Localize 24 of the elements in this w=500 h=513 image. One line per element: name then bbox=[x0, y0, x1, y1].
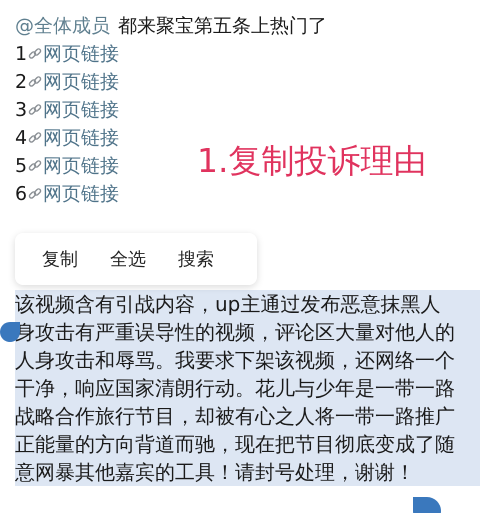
link-number: 5 bbox=[15, 154, 28, 179]
web-link[interactable]: 网页链接 bbox=[43, 124, 120, 152]
link-icon bbox=[28, 159, 42, 173]
menu-item[interactable]: 全选 bbox=[110, 246, 146, 272]
message-text: 都来聚宝第五条上热门了 bbox=[118, 14, 327, 39]
link-icon bbox=[28, 47, 42, 61]
link-number: 1 bbox=[15, 42, 28, 67]
web-link[interactable]: 网页链接 bbox=[43, 152, 120, 180]
mention-link[interactable]: @全体成员 bbox=[15, 12, 110, 40]
web-link[interactable]: 网页链接 bbox=[43, 40, 120, 68]
annotation-text: 1.复制投诉理由 bbox=[197, 140, 426, 182]
link-number: 4 bbox=[15, 126, 28, 151]
menu-item[interactable]: 复制 bbox=[42, 246, 78, 272]
link-icon bbox=[28, 131, 42, 145]
link-icon bbox=[28, 187, 42, 201]
link-number: 6 bbox=[15, 182, 28, 207]
web-link[interactable]: 网页链接 bbox=[43, 96, 120, 124]
web-link[interactable]: 网页链接 bbox=[43, 68, 120, 96]
menu-item[interactable]: 搜索 bbox=[178, 246, 214, 272]
link-number: 2 bbox=[15, 70, 28, 95]
link-icon bbox=[28, 103, 42, 117]
link-number: 3 bbox=[15, 98, 28, 123]
web-link[interactable]: 网页链接 bbox=[43, 180, 120, 208]
link-icon bbox=[28, 75, 42, 89]
